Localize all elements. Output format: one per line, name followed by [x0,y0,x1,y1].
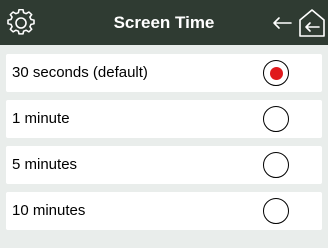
option-label: 30 seconds (default) [12,64,148,81]
option-label: 5 minutes [12,156,78,173]
radio-button[interactable] [263,106,289,132]
radio-button[interactable] [263,198,289,224]
top-bar: Screen Time [0,0,328,45]
back-arrow-icon[interactable] [268,0,296,45]
home-back-icon[interactable] [296,0,328,45]
screen-time-options: 30 seconds (default) 1 minute 5 minutes … [6,54,322,238]
option-5-minutes[interactable]: 5 minutes [6,146,322,184]
option-1-minute[interactable]: 1 minute [6,100,322,138]
option-label: 1 minute [12,110,70,127]
radio-button-selected[interactable] [263,60,289,86]
option-10-minutes[interactable]: 10 minutes [6,192,322,230]
radio-button[interactable] [263,152,289,178]
option-30-seconds[interactable]: 30 seconds (default) [6,54,322,92]
option-label: 10 minutes [12,202,86,219]
